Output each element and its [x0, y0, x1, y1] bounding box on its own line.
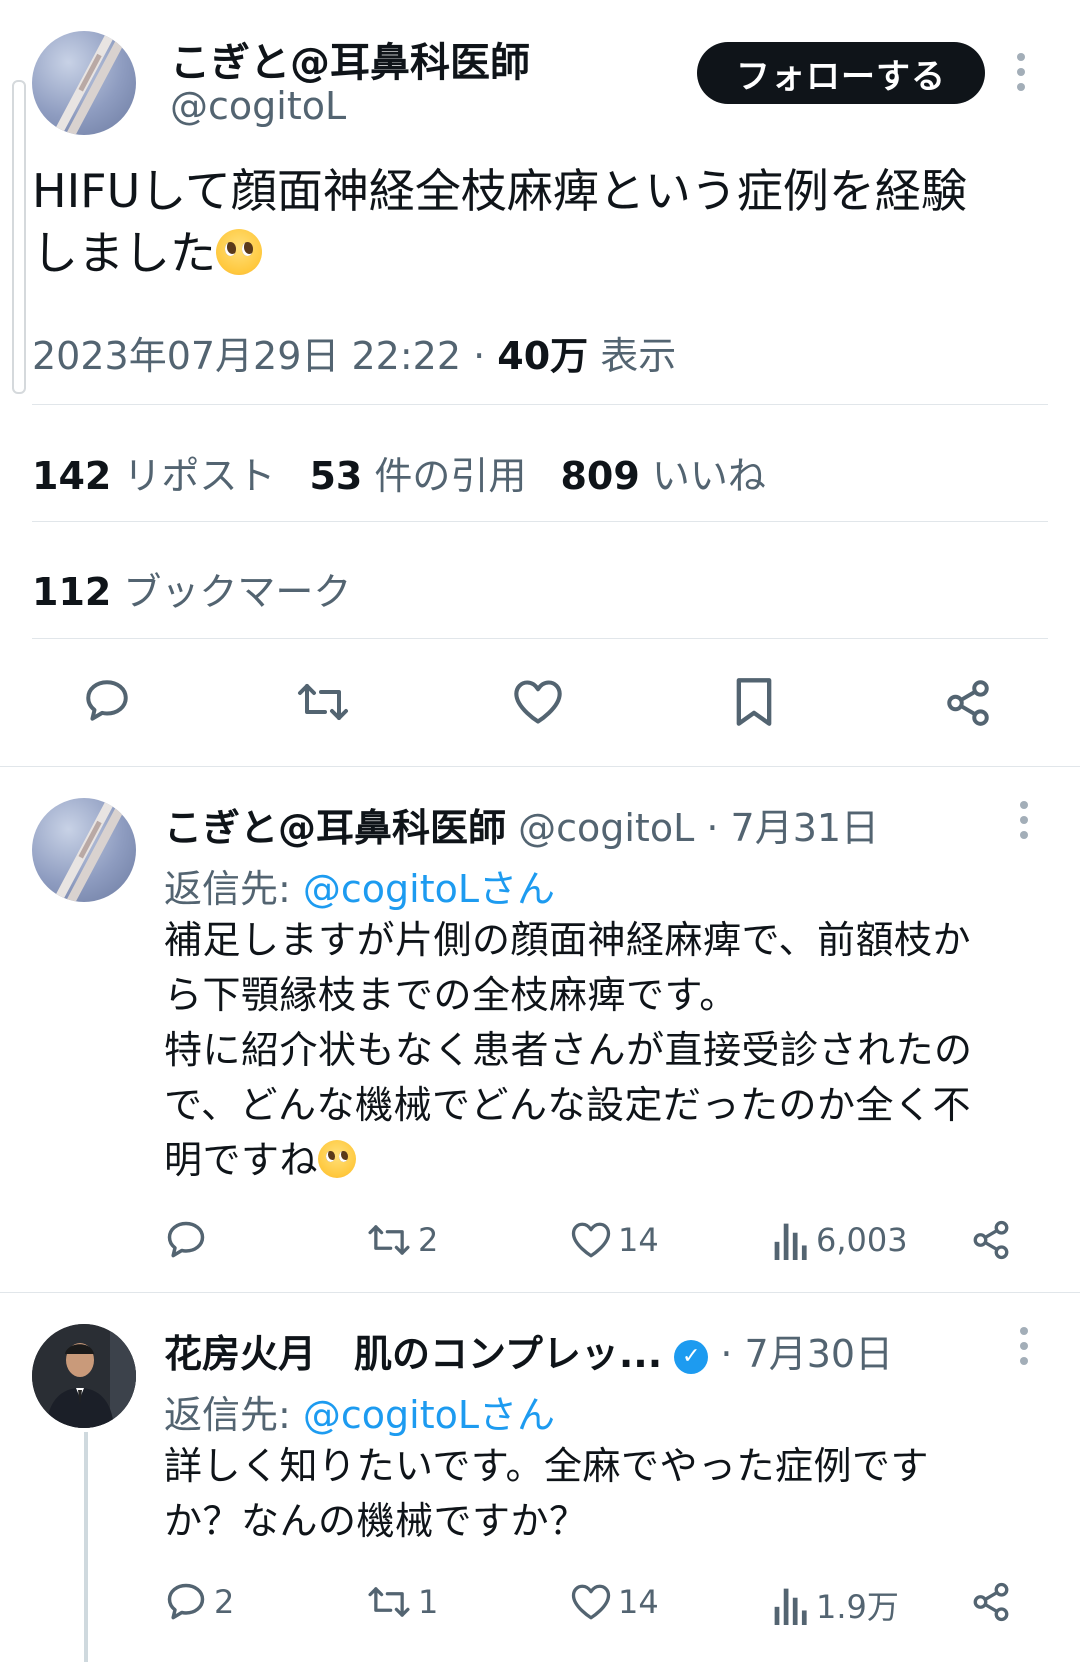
pleading-face-icon [318, 1139, 357, 1178]
divider [32, 521, 1048, 522]
reply-2-avatar[interactable] [32, 1324, 136, 1428]
reply-1-views-button[interactable]: 6,003 [772, 1220, 908, 1260]
reply-1-line-2: ら下顎縁枝までの全枝麻痺です。 [164, 973, 738, 1017]
meta-separator: · [473, 334, 486, 378]
bookmarks-label: ブックマーク [123, 570, 352, 614]
more-options-icon[interactable] [1016, 52, 1026, 98]
thread-line [84, 1432, 88, 1662]
author-handle[interactable]: @cogitoL [170, 84, 346, 128]
reply-icon [164, 1218, 208, 1262]
bookmarks-count: 112 [32, 570, 112, 614]
bookmarks-stat[interactable]: 112 ブックマーク [32, 561, 351, 616]
timestamp[interactable]: 2023年07月29日 22:22 [32, 334, 461, 378]
heart-icon [570, 1582, 612, 1622]
tweet-text-line-2-text: しました [32, 226, 216, 280]
tweet-text: HIFUして顔面神経全枝麻痺という症例を経験 しました [32, 160, 1052, 284]
share-icon[interactable] [943, 678, 993, 728]
heart-icon[interactable] [512, 678, 564, 726]
reply-2-author-name[interactable]: 花房火月 肌のコンプレッ... [164, 1332, 662, 1376]
bookmark-icon[interactable] [734, 676, 774, 728]
reply-1-avatar[interactable] [32, 798, 136, 902]
reply-1-line-5: 明ですね [164, 1133, 1064, 1188]
follow-button[interactable]: フォローする [697, 42, 985, 104]
author-avatar[interactable] [32, 31, 136, 135]
reply-2-like-count: 14 [618, 1583, 659, 1621]
reply-1-line-1: 補足しますが片側の顔面神経麻痺で、前額枝か [164, 918, 971, 962]
reply-2-retweet-count: 1 [418, 1583, 439, 1621]
reposts-stat[interactable]: 142 リポスト [32, 445, 275, 500]
tweet-meta: 2023年07月29日 22:22 · 40万 表示 [32, 325, 676, 380]
reply-1-line-3: 特に紹介状もなく患者さんが直接受診されたの [164, 1028, 973, 1072]
heart-icon [570, 1220, 612, 1260]
views-count: 40万 [497, 334, 589, 378]
quotes-label: 件の引用 [374, 454, 527, 498]
divider [0, 1292, 1080, 1293]
reply-1-author-name[interactable]: こぎと@耳鼻科医師 [164, 806, 506, 850]
reply-1-line-4: で、どんな機械でどんな設定だったのか全く不 [164, 1083, 971, 1127]
reply-2-date[interactable]: 7月30日 [745, 1332, 894, 1376]
reply-2-reply-to-label: 返信先: [164, 1393, 291, 1437]
reply-1-reply-to-label: 返信先: [164, 867, 291, 911]
reply-1-text: 補足しますが片側の顔面神経麻痺で、前額枝か ら下顎縁枝までの全枝麻痺です。 特に… [164, 913, 1064, 1188]
bar-chart-icon [772, 1220, 810, 1260]
likes-count: 809 [560, 454, 640, 498]
bar-chart-icon [772, 1585, 810, 1625]
scrollbar[interactable] [12, 80, 26, 394]
retweet-icon [366, 1220, 412, 1260]
reply-2-like-button[interactable]: 14 [570, 1582, 659, 1622]
reply-1-like-count: 14 [618, 1221, 659, 1259]
reply-icon[interactable] [82, 676, 132, 726]
reply-1-share-button[interactable] [970, 1218, 1012, 1262]
reply-1-retweet-count: 2 [418, 1221, 439, 1259]
reposts-count: 142 [32, 454, 112, 498]
reply-icon [164, 1580, 208, 1624]
likes-stat[interactable]: 809 いいね [560, 445, 765, 500]
reply-2-header: 花房火月 肌のコンプレッ... ✓ · 7月30日 [164, 1323, 893, 1378]
reply-2-reply-button[interactable]: 2 [164, 1580, 234, 1624]
likes-label: いいね [651, 454, 766, 498]
pleading-face-icon [216, 228, 262, 275]
reply-1-separator: · [706, 806, 719, 850]
retweet-icon [366, 1582, 412, 1622]
reply-1-retweet-button[interactable]: 2 [366, 1220, 438, 1260]
verified-badge-icon: ✓ [674, 1339, 709, 1374]
views-label: 表示 [600, 334, 677, 378]
reply-2-reply-to-link[interactable]: @cogitoLさん [303, 1393, 555, 1437]
share-icon [970, 1218, 1012, 1262]
reposts-label: リポスト [123, 454, 276, 498]
quotes-count: 53 [309, 454, 363, 498]
divider [32, 404, 1048, 405]
quotes-stat[interactable]: 53 件の引用 [309, 445, 526, 500]
reply-2-text: 詳しく知りたいです。全麻でやった症例です か？なんの機械ですか？ [164, 1439, 1064, 1549]
reply-1-handle[interactable]: @cogitoL [518, 806, 694, 850]
reply-1-reply-button[interactable] [164, 1218, 214, 1262]
reply-2-share-button[interactable] [970, 1580, 1012, 1624]
reply-1-more-icon[interactable] [1019, 800, 1029, 844]
reply-2-line-1: 詳しく知りたいです。全麻でやった症例です [164, 1444, 930, 1488]
reply-2-line-2: か？なんの機械ですか？ [164, 1499, 588, 1543]
reply-1-like-button[interactable]: 14 [570, 1220, 659, 1260]
reply-2-retweet-button[interactable]: 1 [366, 1582, 438, 1622]
reply-1-reply-to-link[interactable]: @cogitoLさん [303, 867, 555, 911]
reply-2-view-count: 1.9万 [816, 1588, 899, 1626]
reply-2-reply-to: 返信先: @cogitoLさん [164, 1384, 555, 1439]
reply-1-header: こぎと@耳鼻科医師 @cogitoL · 7月31日 [164, 797, 879, 852]
divider [32, 638, 1048, 639]
retweet-icon[interactable] [295, 678, 351, 726]
engagement-stats: 142 リポスト 53 件の引用 809 いいね [32, 445, 766, 500]
reply-2-reply-count: 2 [214, 1583, 235, 1621]
divider [0, 766, 1080, 767]
tweet-text-line-1: HIFUして顔面神経全枝麻痺という症例を経験 [32, 164, 967, 218]
reply-1-date[interactable]: 7月31日 [731, 806, 880, 850]
tweet-text-line-2: しました [32, 222, 1052, 284]
reply-2-views-button[interactable]: 1.9万 [772, 1582, 899, 1628]
reply-1-view-count: 6,003 [816, 1221, 908, 1259]
reply-2-separator: · [720, 1332, 733, 1376]
reply-1-reply-to: 返信先: @cogitoLさん [164, 858, 555, 913]
reply-2-more-icon[interactable] [1019, 1326, 1029, 1370]
share-icon [970, 1580, 1012, 1624]
author-name[interactable]: こぎと@耳鼻科医師 [170, 30, 530, 88]
reply-1-line-5-text: 明ですね [164, 1138, 319, 1182]
